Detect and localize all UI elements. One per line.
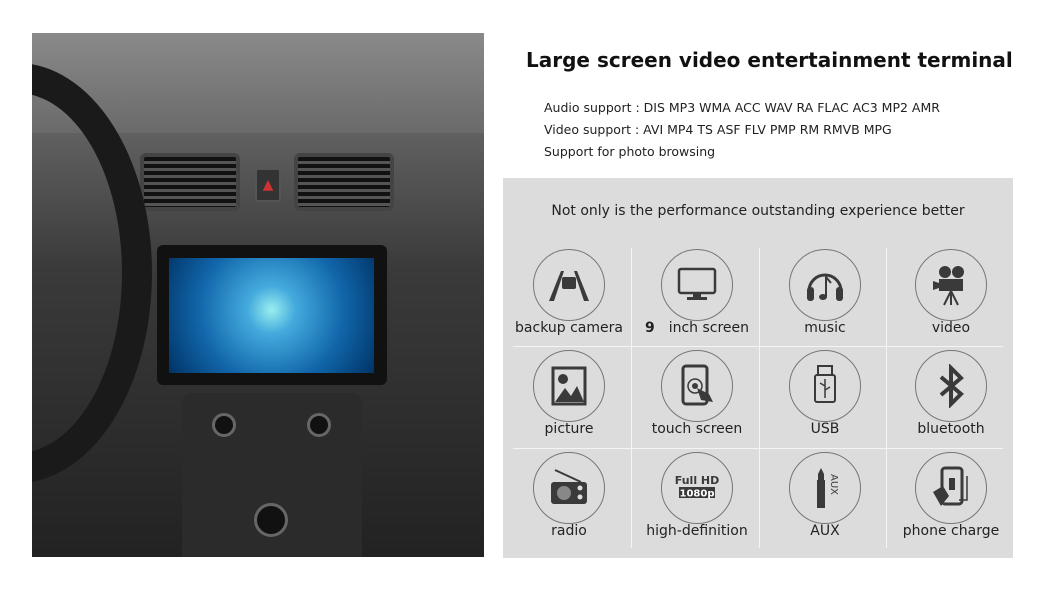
radio-icon	[533, 452, 605, 524]
screen-size: 9	[644, 320, 655, 336]
feature-label-text: touch screen	[651, 421, 743, 437]
knob-right	[307, 413, 331, 437]
feature-label-text: music	[804, 320, 846, 336]
feature-label-text: high-definition	[646, 523, 748, 539]
feature-label-text: USB	[810, 421, 840, 437]
feature-high-definition: Full HD 1080p high-definition	[634, 446, 760, 546]
panel-subtitle: Not only is the performance outstanding …	[551, 203, 965, 219]
feature-label: music	[762, 320, 888, 336]
feature-label-text: AUX	[810, 523, 840, 539]
feature-bluetooth: bluetooth	[888, 344, 1014, 444]
feature-label: USB	[762, 421, 888, 437]
full-hd-icon: Full HD 1080p	[661, 452, 733, 524]
feature-label: high-definition	[634, 523, 760, 539]
svg-text:Full HD: Full HD	[675, 474, 719, 487]
feature-label-text: phone charge	[902, 523, 1000, 539]
feature-touch-screen: touch screen	[634, 344, 760, 444]
feature-backup-camera: backup camera	[506, 243, 632, 343]
aux-icon: AUX	[789, 452, 861, 524]
feature-usb: USB	[762, 344, 888, 444]
feature-label: bluetooth	[888, 421, 1014, 437]
hazard-button: ▲	[255, 168, 281, 202]
phone-charge-icon	[915, 452, 987, 524]
backup-camera-icon	[533, 249, 605, 321]
spec-list: Audio support : DIS MP3 WMA ACC WAV RA F…	[544, 97, 940, 163]
usb-icon	[789, 350, 861, 422]
feature-radio: radio	[506, 446, 632, 546]
center-console	[182, 393, 362, 557]
feature-inch-screen: 9 inch screen	[634, 243, 760, 343]
feature-video: video	[888, 243, 1014, 343]
headphones-music-icon	[789, 249, 861, 321]
air-vent-right	[294, 153, 394, 211]
svg-text:AUX: AUX	[828, 474, 839, 495]
feature-aux: AUX AUX	[762, 446, 888, 546]
feature-label: backup camera	[506, 320, 632, 336]
page-title: Large screen video entertainment termina…	[526, 48, 1013, 72]
audio-support: Audio support : DIS MP3 WMA ACC WAV RA F…	[544, 100, 940, 115]
picture-icon	[533, 350, 605, 422]
feature-label: phone charge	[888, 523, 1014, 539]
bluetooth-icon	[915, 350, 987, 422]
monitor-icon	[661, 249, 733, 321]
feature-label-text: radio	[551, 523, 587, 539]
gear-knob	[254, 503, 288, 537]
feature-label: AUX	[762, 523, 888, 539]
feature-music: music	[762, 243, 888, 343]
photo-support: Support for photo browsing	[544, 144, 716, 159]
feature-label-text: backup camera	[515, 320, 623, 336]
feature-label-text: video	[931, 320, 971, 336]
feature-panel: Not only is the performance outstanding …	[503, 178, 1013, 558]
feature-label-text: bluetooth	[917, 421, 985, 437]
air-vent-left	[140, 153, 240, 211]
feature-label-text: inch screen	[668, 320, 750, 336]
feature-label: video	[888, 320, 1014, 336]
head-unit-screen	[169, 258, 374, 373]
feature-label: picture	[506, 421, 632, 437]
feature-phone-charge: phone charge	[888, 446, 1014, 546]
feature-label: 9 inch screen	[634, 320, 760, 336]
knob-left	[212, 413, 236, 437]
feature-picture: picture	[506, 344, 632, 444]
svg-text:1080p: 1080p	[680, 489, 715, 500]
touch-screen-icon	[661, 350, 733, 422]
feature-label-text: picture	[544, 421, 594, 437]
car-dashboard-photo: ▲	[32, 33, 484, 557]
video-support: Video support : AVI MP4 TS ASF FLV PMP R…	[544, 122, 892, 137]
feature-label: radio	[506, 523, 632, 539]
film-projector-icon	[915, 249, 987, 321]
feature-label: touch screen	[634, 421, 760, 437]
